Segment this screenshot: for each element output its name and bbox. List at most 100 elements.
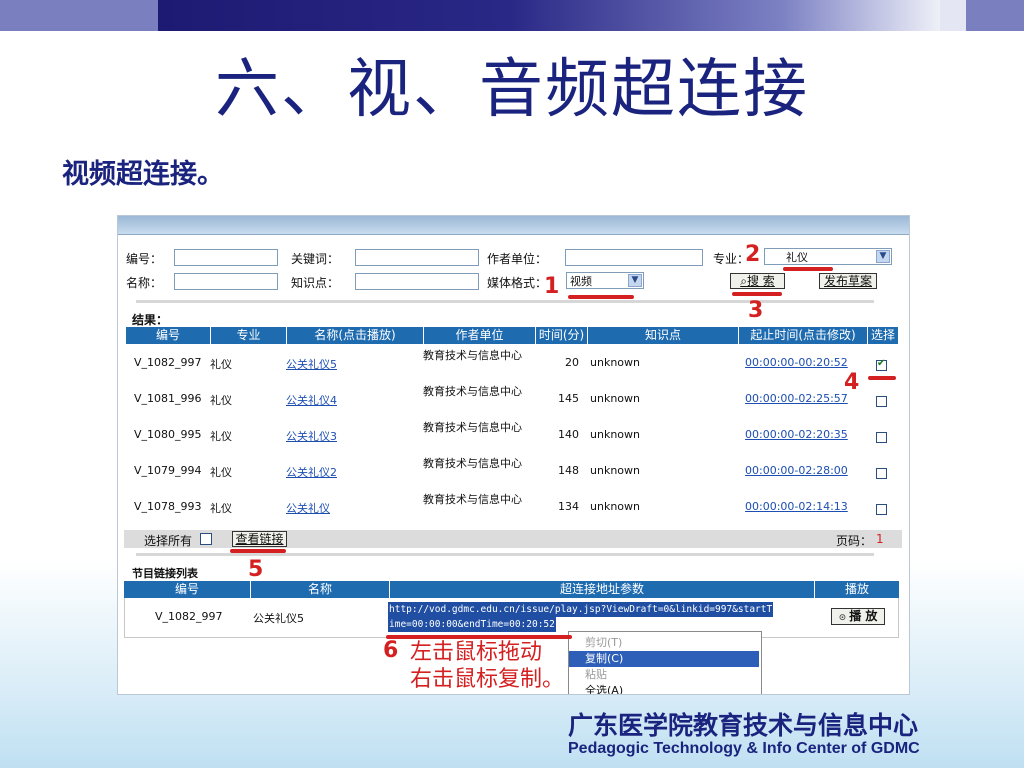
instruction-line-2: 右击鼠标复制。 [410,667,565,692]
link-list-header: 编号 名称 超连接地址参数 播放 [124,581,899,598]
row-author-unit: 教育技术与信息中心 [423,421,522,434]
knowledge-input[interactable] [355,273,479,290]
row-name-link[interactable]: 公关礼仪2 [286,464,337,480]
publish-draft-button[interactable]: 发布草案 [819,273,877,289]
screenshot-header-bar [118,216,909,235]
link-col-url: 超连接地址参数 [389,581,814,598]
slide-subtitle: 视频超连接。 [62,159,224,190]
row-range-link[interactable]: 00:00:00-00:20:52 [745,356,848,369]
row-major: 礼仪 [210,502,232,515]
results-table-header: 编号 专业 名称(点击播放) 作者单位 时间(分) 知识点 起止时间(点击修改)… [126,327,898,344]
table-row: V_1082_997 礼仪 公关礼仪5 教育技术与信息中心 20 unknown 00:00… [126,346,904,382]
row-name-link[interactable]: 公关礼仪5 [286,356,337,372]
author-unit-input[interactable] [565,249,703,266]
link-col-name: 名称 [250,581,389,598]
page-number: 1 [876,532,884,546]
name-label: 名称： [126,276,163,290]
link-col-id: 编号 [174,582,199,596]
top-band-left-block [0,0,158,31]
row-time: 140 [558,428,579,441]
col-name: 名称(点击播放) [286,327,423,344]
url-line-1: http://vod.gdmc.edu.cn/issue/play.jsp?Vi… [388,602,774,617]
annotation-marker-5: 5 [248,557,264,582]
row-range-link[interactable]: 00:00:00-02:28:00 [745,464,848,477]
col-time: 时间(分) [535,327,587,344]
annotation-marker-2: 2 [745,242,761,267]
row-id: V_1082_997 [134,356,202,369]
row-author-unit: 教育技术与信息中心 [423,493,522,506]
brand-english: Pedagogic Technology & Info Center of GD… [568,740,920,757]
col-unit: 作者单位 [423,327,535,344]
search-button[interactable]: ⌕搜 索 [730,273,785,289]
annotation-underline-4 [868,376,896,380]
table-row: V_1078_993 礼仪 公关礼仪 教育技术与信息中心 134 unknown 00:00… [126,490,904,526]
row-knowledge: unknown [590,392,640,405]
name-input[interactable] [174,273,278,290]
media-format-label: 媒体格式： [487,276,548,290]
play-button-label: 播 放 [849,609,878,623]
major-select[interactable]: 礼仪 ▼ [764,248,892,265]
row-select-checkbox[interactable] [876,504,887,515]
context-menu: 剪切(T) 复制(C) 粘贴 全选(A) [568,631,762,694]
row-id: V_1078_993 [134,500,202,513]
context-menu-copy[interactable]: 复制(C) [569,651,759,667]
annotation-underline-2 [783,267,833,271]
divider [136,553,874,556]
link-row-id: V_1082_997 [155,610,223,623]
slide-title: 六、视、音频超连接 [215,53,809,127]
row-time: 148 [558,464,579,477]
chevron-down-icon[interactable]: ▼ [628,274,642,287]
major-select-value: 礼仪 [786,251,808,264]
annotation-underline-5 [230,549,286,553]
chevron-down-icon[interactable]: ▼ [876,250,890,263]
table-row: V_1079_994 礼仪 公关礼仪2 教育技术与信息中心 148 unknown 00:0… [126,454,904,490]
row-range-link[interactable]: 00:00:00-02:14:13 [745,500,848,513]
search-icon: ⌕ [740,274,747,288]
context-menu-paste[interactable]: 粘贴 [569,667,759,683]
row-time: 20 [565,356,579,369]
row-id: V_1079_994 [134,464,202,477]
annotation-underline-1 [568,295,634,299]
select-all-checkbox[interactable] [200,533,212,545]
row-time: 134 [558,500,579,513]
row-name-link[interactable]: 公关礼仪3 [286,428,337,444]
row-knowledge: unknown [590,464,640,477]
keyword-input[interactable] [355,249,479,266]
col-major: 专业 [210,327,286,344]
annotation-underline-3 [732,292,782,296]
results-footer-bar: 选择所有 查看链接 页码： 1 [124,530,902,548]
row-select-checkbox[interactable] [876,396,887,407]
top-band-right-block [966,0,1024,31]
context-menu-select-all[interactable]: 全选(A) [569,683,759,694]
col-select: 选择 [867,327,898,344]
annotation-marker-6: 6 [383,638,399,663]
page-label: 页码： [836,534,873,548]
context-menu-cut[interactable]: 剪切(T) [569,635,759,651]
row-author-unit: 教育技术与信息中心 [423,385,522,398]
media-format-select[interactable]: 视频 ▼ [566,272,644,289]
vod-search-screenshot: 编号： 关键词： 作者单位： 专业： 礼仪 ▼ 名称： 知识点： 媒体格式： 视… [117,215,910,695]
play-icon: ⊙ [838,613,850,623]
id-input[interactable] [174,249,278,266]
annotation-marker-1: 1 [544,274,560,299]
view-link-button[interactable]: 查看链接 [232,531,287,547]
link-col-play: 播放 [814,581,899,598]
row-range-link[interactable]: 00:00:00-02:20:35 [745,428,848,441]
row-major: 礼仪 [210,358,232,371]
row-range-link[interactable]: 00:00:00-02:25:57 [745,392,848,405]
results-label: 结果： [132,313,169,327]
row-name-link[interactable]: 公关礼仪 [286,500,330,516]
table-row: V_1081_996 礼仪 公关礼仪4 教育技术与信息中心 145 unknown 00:0… [126,382,904,418]
annotation-underline-6 [386,635,572,639]
link-list-title: 节目链接列表 [132,567,198,580]
row-name-link[interactable]: 公关礼仪4 [286,392,337,408]
table-row: V_1080_995 礼仪 公关礼仪3 教育技术与信息中心 140 unknown 00:0… [126,418,904,454]
play-button[interactable]: ⊙ 播 放 [831,608,885,625]
major-label: 专业： [713,252,750,266]
row-select-checkbox[interactable] [876,358,887,371]
id-label: 编号： [126,252,163,266]
row-select-checkbox[interactable] [876,432,887,443]
top-band-gradient [158,0,940,31]
row-select-checkbox[interactable] [876,468,887,479]
row-knowledge: unknown [590,428,640,441]
